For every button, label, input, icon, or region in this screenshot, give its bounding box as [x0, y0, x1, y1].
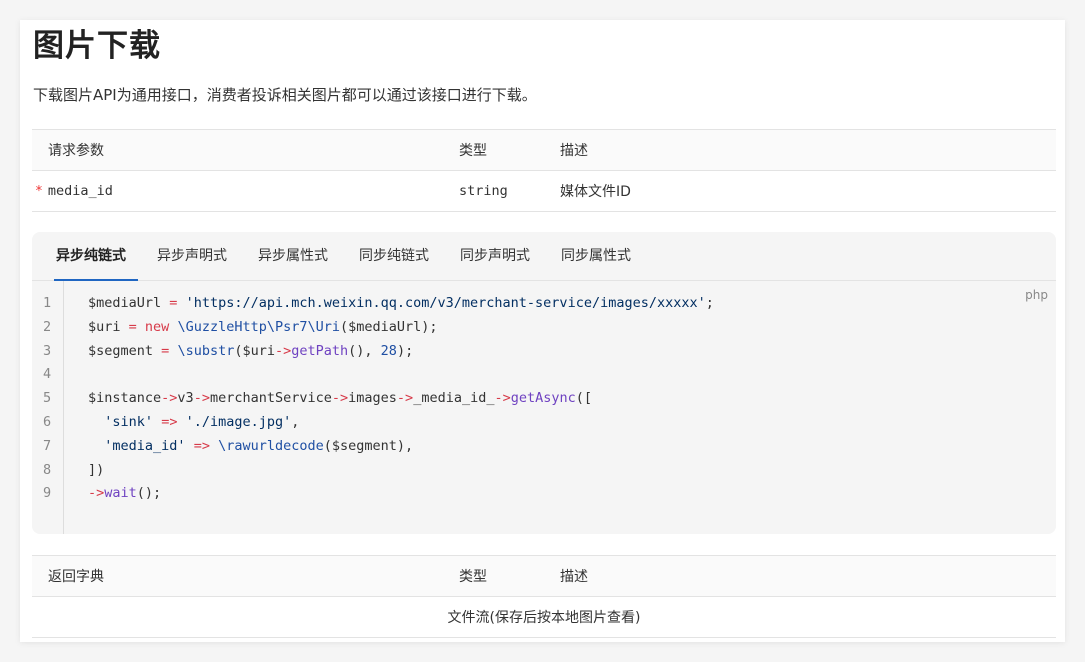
param-name-cell: * media_id — [32, 170, 459, 212]
code-text: $instance->v3->merchantService->images->… — [88, 390, 593, 407]
code-line: 9 ->wait(); — [32, 482, 1056, 506]
line-number: 7 — [43, 437, 52, 454]
line-number: 9 — [43, 485, 52, 502]
table-header-row: 返回字典 类型 描述 — [32, 555, 1056, 597]
code-area[interactable]: 1 $mediaUrl = 'https://api.mch.weixin.qq.… — [32, 292, 1056, 506]
line-number: 4 — [43, 366, 52, 383]
code-text: 'sink' => './image.jpg', — [104, 413, 300, 430]
param-desc: 媒体文件ID — [560, 170, 1056, 212]
table-row: 文件流(保存后按本地图片查看) — [32, 596, 1056, 638]
tab-async-property[interactable]: 异步属性式 — [246, 232, 340, 280]
code-text: ->wait(); — [88, 485, 162, 502]
code-text: ]) — [88, 461, 105, 478]
required-marker: * — [35, 184, 43, 199]
line-number: 1 — [43, 295, 52, 311]
api-doc-card: 图片下载 下载图片API为通用接口，消费者投诉相关图片都可以通过该接口进行下载。… — [20, 20, 1065, 642]
tab-sync-property[interactable]: 同步属性式 — [549, 232, 643, 280]
code-line: 8]) — [32, 459, 1056, 483]
tab-async-declarative[interactable]: 异步声明式 — [145, 232, 239, 280]
code-line: 5 $instance->v3->merchantService->images-… — [32, 387, 1056, 411]
line-number: 5 — [43, 390, 52, 407]
code-line: 1 $mediaUrl = 'https://api.mch.weixin.qq.… — [32, 292, 1056, 316]
header-desc: 描述 — [560, 555, 1056, 597]
code-text: $mediaUrl = 'https://api.mch.weixin.qq.c… — [88, 295, 714, 311]
code-line: 2 $uri = new \GuzzleHttp\Psr7\Uri($mediaU… — [32, 316, 1056, 340]
request-params-table: 请求参数 类型 描述 * media_id string 媒体文件ID — [32, 129, 1056, 212]
line-number: 3 — [43, 342, 52, 359]
code-line: 4 — [32, 363, 1056, 387]
header-type: 类型 — [459, 129, 560, 171]
param-name: media_id — [47, 183, 113, 199]
code-sample-block: 异步纯链式 异步声明式 异步属性式 同步纯链式 同步声明式 同步属性式 php … — [32, 232, 1056, 534]
table-header-row: 请求参数 类型 描述 — [32, 129, 1056, 171]
code-text: $segment = \substr($uri->getPath(), 28); — [88, 342, 414, 359]
line-number: 6 — [43, 413, 52, 430]
header-return: 返回字典 — [32, 555, 459, 597]
code-text: 'media_id' => \rawurldecode($segment), — [104, 437, 414, 454]
tab-sync-chain[interactable]: 同步纯链式 — [347, 232, 441, 280]
page-title: 图片下载 — [33, 28, 161, 64]
tab-sync-declarative[interactable]: 同步声明式 — [448, 232, 542, 280]
code-line: 6 'sink' => './image.jpg', — [32, 411, 1056, 435]
return-body: 文件流(保存后按本地图片查看) — [32, 596, 1056, 638]
code-text: $uri = new \GuzzleHttp\Psr7\Uri($mediaUr… — [88, 318, 438, 335]
line-number: 8 — [43, 461, 52, 478]
code-line: 3 $segment = \substr($uri->getPath(), 28)… — [32, 340, 1056, 364]
code-tabs: 异步纯链式 异步声明式 异步属性式 同步纯链式 同步声明式 同步属性式 — [32, 232, 1056, 281]
code-line: 7 'media_id' => \rawurldecode($segment), — [32, 435, 1056, 459]
table-row: * media_id string 媒体文件ID — [32, 170, 1056, 212]
line-number: 2 — [43, 318, 52, 335]
param-type: string — [459, 170, 560, 212]
header-desc: 描述 — [560, 129, 1056, 171]
header-param: 请求参数 — [32, 129, 459, 171]
return-table: 返回字典 类型 描述 文件流(保存后按本地图片查看) — [32, 555, 1056, 638]
page-description: 下载图片API为通用接口，消费者投诉相关图片都可以通过该接口进行下载。 — [33, 86, 537, 104]
tab-async-chain[interactable]: 异步纯链式 — [44, 232, 138, 281]
header-type: 类型 — [459, 555, 560, 597]
